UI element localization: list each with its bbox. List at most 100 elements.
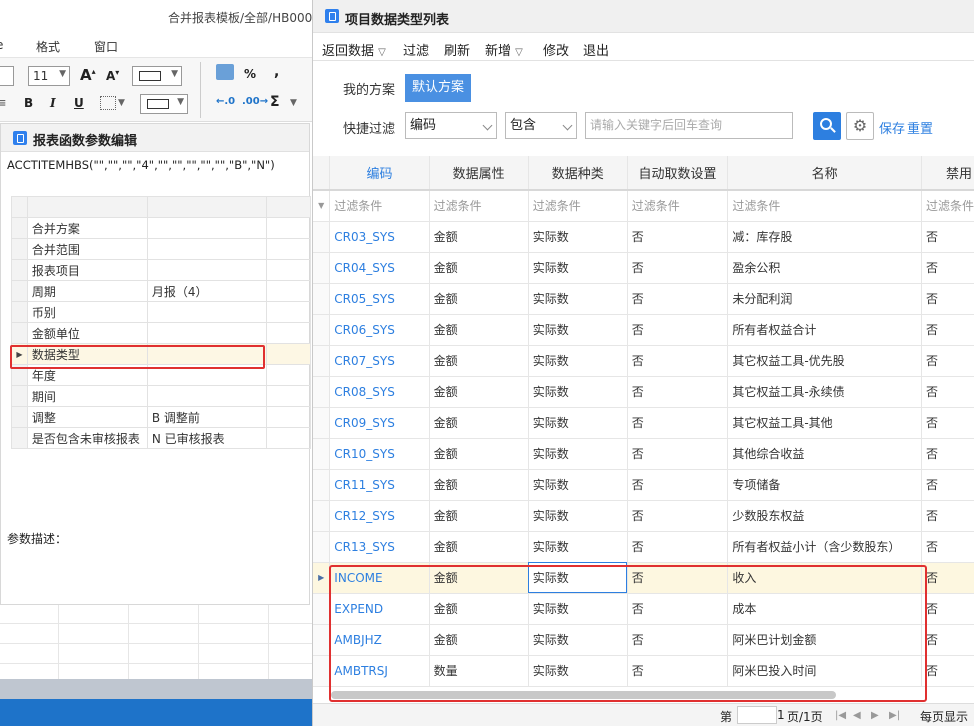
cell-disabled[interactable]: 否: [921, 562, 974, 594]
col-header-attr[interactable]: 数据属性: [429, 156, 529, 191]
cell-auto[interactable]: 否: [627, 469, 729, 501]
filter-cell[interactable]: 过滤条件: [528, 190, 628, 222]
cell-kind[interactable]: 实际数: [528, 438, 628, 470]
table-row[interactable]: EXPEND 金额 实际数否成本否: [313, 593, 974, 625]
cell-code[interactable]: CR06_SYS: [329, 314, 430, 346]
table-row[interactable]: CR09_SYS 金额 实际数否其它权益工具-其他否: [313, 407, 974, 439]
cell-disabled[interactable]: 否: [921, 345, 974, 377]
cell-code[interactable]: CR07_SYS: [329, 345, 430, 377]
cell-name[interactable]: 所有者权益合计: [727, 314, 922, 346]
first-page-icon[interactable]: |◀: [835, 710, 847, 721]
cell-disabled[interactable]: 否: [921, 283, 974, 315]
cell-kind[interactable]: 实际数: [528, 593, 628, 625]
font-size-select[interactable]: 11 ▼: [28, 66, 70, 86]
cell-attr[interactable]: 金额: [429, 314, 529, 346]
param-value[interactable]: [146, 322, 268, 344]
param-row[interactable]: 合并范围: [11, 238, 311, 260]
default-scheme-button[interactable]: 默认方案: [405, 74, 471, 102]
cell-disabled[interactable]: 否: [921, 438, 974, 470]
cell-disabled[interactable]: 否: [921, 252, 974, 284]
cell-name[interactable]: 专项储备: [727, 469, 922, 501]
filter-cell[interactable]: 过滤条件: [627, 190, 729, 222]
param-value[interactable]: 月报（4）: [146, 280, 268, 302]
cell-name[interactable]: 阿米巴计划金额: [727, 624, 922, 656]
cell-name[interactable]: 其它权益工具-优先股: [727, 345, 922, 377]
grow-font-icon[interactable]: A▴: [80, 66, 96, 84]
cell-kind[interactable]: 实际数: [528, 314, 628, 346]
cell-auto[interactable]: 否: [627, 376, 729, 408]
param-value[interactable]: [146, 364, 268, 386]
filter-cell[interactable]: 过滤条件: [727, 190, 922, 222]
param-row[interactable]: 币别: [11, 301, 311, 323]
italic-icon[interactable]: I: [50, 96, 56, 110]
param-value[interactable]: [146, 343, 268, 365]
cell-auto[interactable]: 否: [627, 314, 729, 346]
cell-attr[interactable]: 金额: [429, 469, 529, 501]
cell-name[interactable]: 其它权益工具-其他: [727, 407, 922, 439]
cell-name[interactable]: 盈余公积: [727, 252, 922, 284]
table-row[interactable]: AMBTRSJ 数量 实际数否阿米巴投入时间否: [313, 655, 974, 687]
cell-auto[interactable]: 否: [627, 438, 729, 470]
cell-kind[interactable]: 实际数: [528, 345, 628, 377]
return-data-button[interactable]: 返回数据 ▽: [322, 40, 386, 59]
cell-attr[interactable]: 金额: [429, 407, 529, 439]
cell-kind[interactable]: 实际数: [528, 376, 628, 408]
table-row[interactable]: CR03_SYS 金额 实际数否减：库存股否: [313, 221, 974, 253]
cell-name[interactable]: 所有者权益小计（含少数股东）: [727, 531, 922, 563]
param-value[interactable]: [146, 301, 268, 323]
decrease-decimal-icon[interactable]: .00→: [242, 96, 268, 107]
chevron-down-icon[interactable]: ▼: [290, 98, 297, 108]
cell-name[interactable]: 成本: [727, 593, 922, 625]
table-row[interactable]: CR04_SYS 金额 实际数否盈余公积否: [313, 252, 974, 284]
cell-code[interactable]: CR08_SYS: [329, 376, 430, 408]
prev-page-icon[interactable]: ◀: [853, 710, 865, 721]
param-value[interactable]: [146, 217, 268, 239]
param-value[interactable]: [146, 238, 268, 260]
cell-kind[interactable]: 实际数: [528, 221, 628, 253]
cell-code[interactable]: AMBTRSJ: [329, 655, 430, 687]
cell-kind[interactable]: 实际数: [528, 562, 628, 594]
percent-icon[interactable]: %: [244, 67, 256, 81]
font-name-select[interactable]: [0, 66, 14, 86]
cell-disabled[interactable]: 否: [921, 655, 974, 687]
cell-code[interactable]: CR11_SYS: [329, 469, 430, 501]
cell-code[interactable]: EXPEND: [329, 593, 430, 625]
cell-auto[interactable]: 否: [627, 252, 729, 284]
param-row[interactable]: 金额单位: [11, 322, 311, 344]
table-row[interactable]: CR06_SYS 金额 实际数否所有者权益合计否: [313, 314, 974, 346]
table-row[interactable]: CR10_SYS 金额 实际数否其他综合收益否: [313, 438, 974, 470]
cell-disabled[interactable]: 否: [921, 593, 974, 625]
increase-decimal-icon[interactable]: ←.0: [216, 96, 235, 107]
sheet-grid[interactable]: [0, 605, 312, 679]
cell-kind[interactable]: 实际数: [528, 407, 628, 439]
cell-attr[interactable]: 金额: [429, 283, 529, 315]
sheet-scrollbar[interactable]: [0, 679, 312, 699]
refresh-button[interactable]: 刷新: [444, 40, 470, 59]
currency-format-icon[interactable]: [216, 64, 234, 80]
cell-attr[interactable]: 金额: [429, 345, 529, 377]
filter-cell[interactable]: 过滤条件: [429, 190, 529, 222]
cell-code[interactable]: CR12_SYS: [329, 500, 430, 532]
cell-code[interactable]: CR10_SYS: [329, 438, 430, 470]
filter-cell[interactable]: 过滤条件: [921, 190, 974, 222]
col-header-disabled[interactable]: 禁用: [921, 156, 974, 191]
keyword-search-input[interactable]: 请输入关键字后回车查询: [585, 112, 793, 139]
table-row[interactable]: CR08_SYS 金额 实际数否其它权益工具-永续债否: [313, 376, 974, 408]
cell-disabled[interactable]: 否: [921, 531, 974, 563]
border-style-select[interactable]: ▼: [132, 66, 182, 86]
edit-button[interactable]: 修改: [543, 40, 569, 59]
menu-item-partial[interactable]: e: [0, 38, 3, 52]
cell-auto[interactable]: 否: [627, 562, 729, 594]
cell-attr[interactable]: 金额: [429, 531, 529, 563]
sum-icon[interactable]: Σ: [270, 94, 280, 110]
cell-kind[interactable]: 实际数: [528, 252, 628, 284]
shrink-font-icon[interactable]: A▾: [106, 68, 119, 83]
cell-disabled[interactable]: 否: [921, 314, 974, 346]
param-value[interactable]: [146, 259, 268, 281]
cell-auto[interactable]: 否: [627, 500, 729, 532]
col-header-auto[interactable]: 自动取数设置: [627, 156, 729, 191]
cell-auto[interactable]: 否: [627, 655, 729, 687]
cell-disabled[interactable]: 否: [921, 500, 974, 532]
filter-cell[interactable]: 过滤条件: [329, 190, 430, 222]
cell-auto[interactable]: 否: [627, 345, 729, 377]
